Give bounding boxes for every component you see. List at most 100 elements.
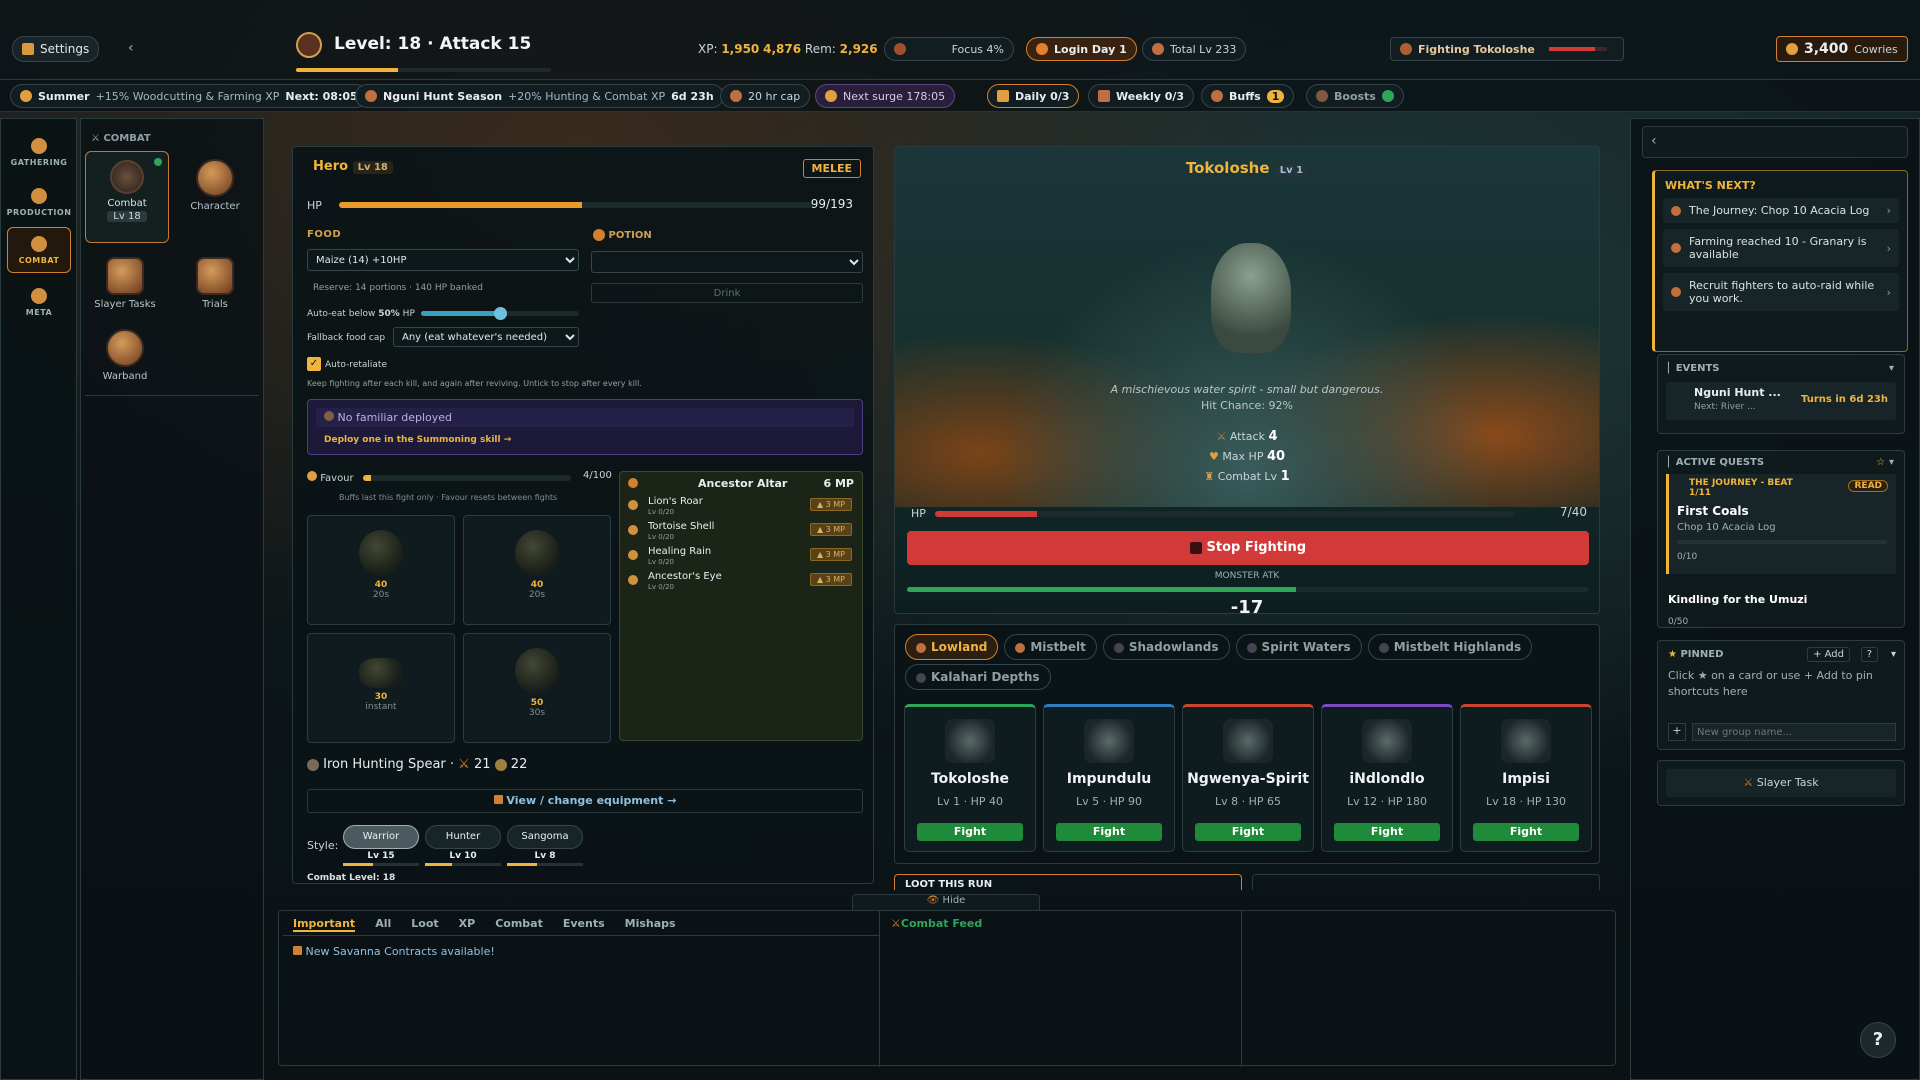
feed-tab-xp[interactable]: XP [459, 917, 476, 930]
altar-blessing[interactable]: Lion's Roar Lv 0/20 ▲ 3 MP [626, 494, 856, 519]
level-progress-bar [296, 68, 551, 72]
surge-pill[interactable]: Next surge 178:05 [815, 84, 956, 108]
add-pin-button[interactable]: + Add [1807, 647, 1850, 662]
stop-icon [1190, 541, 1202, 554]
style-hunter[interactable]: Hunter Lv 10 [425, 825, 501, 866]
buff-slot-4[interactable]: 50 30s [463, 633, 611, 743]
monster-card[interactable]: Impisi Lv 18 · HP 130 Fight [1460, 704, 1592, 852]
boosts-pill[interactable]: Boosts [1306, 84, 1404, 108]
monster-card[interactable]: Ngwenya-Spirit Lv 8 · HP 65 Fight [1182, 704, 1314, 852]
feed-notice[interactable]: New Savanna Contracts available! [293, 945, 495, 958]
pinned-help-button[interactable]: ? [1860, 647, 1878, 662]
zone-tab-lowland[interactable]: Lowland [905, 634, 999, 660]
monster-card[interactable]: Impundulu Lv 5 · HP 90 Fight [1043, 704, 1175, 852]
fight-button[interactable]: Fight [1195, 823, 1301, 841]
daily-pill[interactable]: Daily 0/3 [987, 84, 1080, 108]
potion-select[interactable] [591, 251, 863, 273]
slayer-tasks-tile[interactable]: Slayer Tasks [83, 257, 167, 310]
zone-tab-mistbelt-highlands[interactable]: Mistbelt Highlands [1367, 634, 1533, 660]
blessing-cost-button: ▲ 3 MP [809, 498, 852, 511]
slayer-task-button[interactable]: ⚔ Slayer Task [1666, 769, 1896, 797]
altar-blessing[interactable]: Ancestor's Eye Lv 0/20 ▲ 3 MP [626, 569, 856, 594]
goblin-sprite [1211, 243, 1291, 353]
retaliate-label: Auto-retaliate [325, 360, 387, 370]
style-options: Warrior Lv 15 Hunter Lv 10 Sangoma Lv 8 [343, 825, 583, 866]
group-name-input[interactable] [1692, 723, 1896, 741]
whats-next-item[interactable]: Recruit fighters to auto-raid while you … [1663, 273, 1899, 311]
feed-tab-combat[interactable]: Combat [495, 917, 543, 930]
chevron-right-icon: › [1886, 285, 1891, 299]
combat-feed-title: ⚔Combat Feed [891, 917, 983, 930]
fallback-select[interactable]: Any (eat whatever's needed) [393, 327, 579, 347]
altar-blessing[interactable]: Healing Rain Lv 0/20 ▲ 3 MP [626, 544, 856, 569]
whats-next-item[interactable]: Farming reached 10 - Granary is availabl… [1663, 229, 1899, 267]
settings-button[interactable]: Settings [12, 36, 100, 62]
monster-card[interactable]: iNdlondlo Lv 12 · HP 180 Fight [1321, 704, 1453, 852]
feed-tab-loot[interactable]: Loot [411, 917, 438, 930]
hide-toggle[interactable]: 👁 Hide [852, 894, 1040, 910]
weekly-pill[interactable]: Weekly 0/3 [1088, 84, 1195, 108]
cowries-balance[interactable]: 3,400 Cowries [1776, 36, 1908, 62]
drink-button[interactable]: Drink [591, 283, 863, 303]
familiar-status: No familiar deployed [316, 408, 854, 427]
hero-panel: Hero Lv 18 MELEE HP 99/193 FOOD Maize (1… [292, 146, 874, 884]
zone-tab-mistbelt[interactable]: Mistbelt [1004, 634, 1097, 660]
fight-button[interactable]: Fight [1334, 823, 1440, 841]
stop-fighting-button[interactable]: Stop Fighting [907, 531, 1589, 565]
add-group-button[interactable]: + [1668, 723, 1686, 741]
monster-card[interactable]: Tokoloshe Lv 1 · HP 40 Fight [904, 704, 1036, 852]
help-button[interactable]: ? [1860, 1022, 1896, 1058]
character-tile[interactable]: Character [173, 159, 257, 212]
hourglass-icon [730, 90, 742, 102]
trials-tile[interactable]: Trials [173, 257, 257, 310]
fight-button[interactable]: Fight [1056, 823, 1162, 841]
focus-icon [894, 43, 906, 55]
nav-gathering[interactable]: GATHERING [7, 129, 71, 175]
blessing-cost-button: ▲ 3 MP [809, 523, 852, 536]
autoeat-slider[interactable] [421, 307, 579, 320]
fight-button[interactable]: Fight [917, 823, 1023, 841]
fighting-status[interactable]: Fighting Tokoloshe [1390, 37, 1624, 61]
event-item[interactable]: Nguni Hunt ... Next: River ... Turns in … [1666, 382, 1896, 420]
feed-tab-events[interactable]: Events [563, 917, 605, 930]
buffs-pill[interactable]: Buffs 1 [1201, 84, 1295, 108]
feed-tab-important[interactable]: Important [293, 917, 356, 932]
buff-slot-2[interactable]: 40 20s [463, 515, 611, 625]
focus-pill[interactable]: Focus 4% [884, 37, 1014, 61]
warband-tile[interactable]: Warband [83, 329, 167, 382]
zone-tab-kalahari-depths[interactable]: Kalahari Depths [905, 664, 1051, 690]
nav-meta[interactable]: META [7, 279, 71, 325]
total-level-pill[interactable]: Total Lv 233 [1142, 37, 1247, 61]
altar-blessing[interactable]: Tortoise Shell Lv 0/20 ▲ 3 MP [626, 519, 856, 544]
buff-slot-3[interactable]: 30 instant [307, 633, 455, 743]
food-label: FOOD [307, 229, 342, 240]
right-panel-header[interactable]: ‹ [1642, 126, 1908, 158]
quest-2-title[interactable]: Kindling for the Umuzi [1668, 593, 1807, 606]
monster-sprite-icon [1223, 719, 1273, 763]
collapse-chevron-icon[interactable]: ‹ [128, 40, 134, 56]
feed-tab-all[interactable]: All [375, 917, 391, 930]
zone-tab-shadowlands[interactable]: Shadowlands [1102, 634, 1230, 660]
pinned-collapse-icon[interactable]: ▾ [1891, 649, 1896, 660]
nav-production[interactable]: PRODUCTION [7, 179, 71, 225]
favour-bar [363, 475, 571, 481]
zone-tab-spirit-waters[interactable]: Spirit Waters [1235, 634, 1362, 660]
login-day-pill[interactable]: Login Day 1 [1026, 37, 1137, 61]
gear-icon [22, 43, 34, 55]
season-pill[interactable]: Summer +15% Woodcutting & Farming XP Next:… [10, 84, 368, 108]
style-sangoma[interactable]: Sangoma Lv 8 [507, 825, 583, 866]
buff-slot-1[interactable]: 40 20s [307, 515, 455, 625]
quest-card[interactable]: THE JOURNEY - BEAT 1/11 READ First Coals… [1666, 474, 1896, 574]
food-select[interactable]: Maize (14) +10HP [307, 249, 579, 271]
feed-tab-mishaps[interactable]: Mishaps [625, 917, 676, 930]
familiar-link[interactable]: Deploy one in the Summoning skill → [324, 435, 862, 445]
retaliate-checkbox[interactable]: ✓ [307, 357, 321, 371]
whats-next-item[interactable]: The Journey: Chop 10 Acacia Log › [1663, 198, 1899, 223]
equipment-link[interactable]: View / change equipment → [307, 789, 863, 813]
hunt-season-pill[interactable]: Nguni Hunt Season +20% Hunting & Combat X… [355, 84, 724, 108]
fight-button[interactable]: Fight [1473, 823, 1579, 841]
nav-combat[interactable]: COMBAT [7, 227, 71, 273]
combat-tile[interactable]: Combat Lv 18 [85, 151, 169, 243]
cap-pill[interactable]: 20 hr cap [720, 84, 811, 108]
style-warrior[interactable]: Warrior Lv 15 [343, 825, 419, 866]
